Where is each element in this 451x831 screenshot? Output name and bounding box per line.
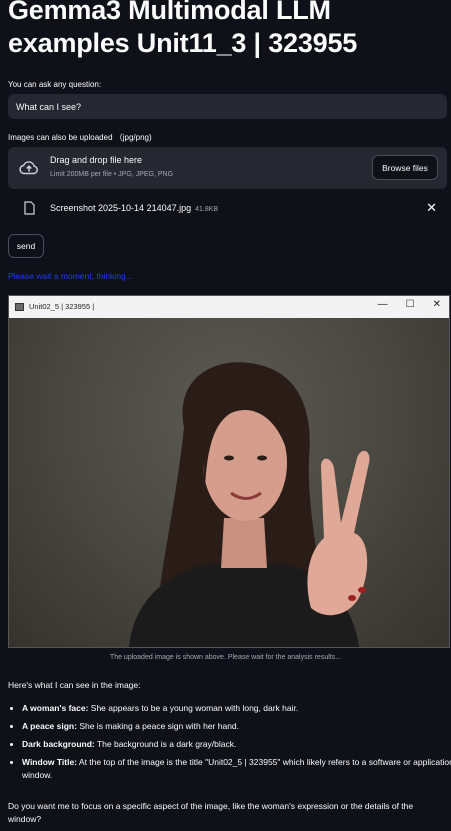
uploaded-file-size: 41.8KB	[195, 206, 219, 213]
file-dropzone[interactable]: Drag and drop file here Limit 200MB per …	[8, 147, 447, 189]
response-outro: Do you want me to focus on a specific as…	[8, 801, 414, 824]
uploaded-image: Unit02_5 | 323955 | — ☐ ✕	[8, 295, 450, 648]
file-icon	[24, 201, 35, 215]
uploaded-file-name: Screenshot 2025-10-14 214047.jpg 41.8KB	[50, 203, 219, 213]
maximize-icon: ☐	[405, 299, 415, 310]
question-input[interactable]: What can I see?	[8, 94, 447, 119]
status-thinking: Please wait a moment, thinking...	[8, 271, 133, 281]
page-title: Gemma3 Multimodal LLM examples Unit11_3 …	[8, 0, 358, 58]
response-intro: Here's what I can see in the image:	[8, 680, 141, 690]
window-app-icon	[15, 303, 24, 311]
remove-file-icon[interactable]: ✕	[426, 200, 437, 216]
upload-label: Images can also be uploaded （jpg/png)	[8, 133, 152, 142]
dropzone-limit: Limit 200MB per file • JPG, JPEG, PNG	[50, 171, 174, 178]
person-illustration	[129, 362, 370, 647]
list-item: A peace sign: She is making a peace sign…	[22, 720, 451, 733]
list-item: Window Title: At the top of the image is…	[22, 756, 451, 782]
send-button[interactable]: send	[8, 234, 44, 258]
browse-files-button[interactable]: Browse files	[372, 155, 438, 180]
image-window-titlebar: Unit02_5 | 323955 | — ☐ ✕	[9, 296, 449, 318]
webcam-photo	[9, 318, 449, 647]
close-icon: ✕	[432, 299, 441, 310]
image-caption: The uploaded image is shown above. Pleas…	[109, 654, 342, 661]
list-item: Dark background: The background is a dar…	[22, 738, 451, 751]
cloud-upload-icon	[19, 161, 38, 175]
dropzone-title: Drag and drop file here	[50, 155, 143, 165]
list-item: A woman's face: She appears to be a youn…	[22, 702, 451, 715]
minimize-icon: —	[377, 299, 388, 310]
question-label: You can ask any question:	[8, 80, 102, 89]
image-window-title: Unit02_5 | 323955 |	[29, 302, 95, 311]
uploaded-file-row: Screenshot 2025-10-14 214047.jpg 41.8KB ✕	[8, 198, 447, 220]
response-list: A woman's face: She appears to be a youn…	[8, 702, 451, 787]
